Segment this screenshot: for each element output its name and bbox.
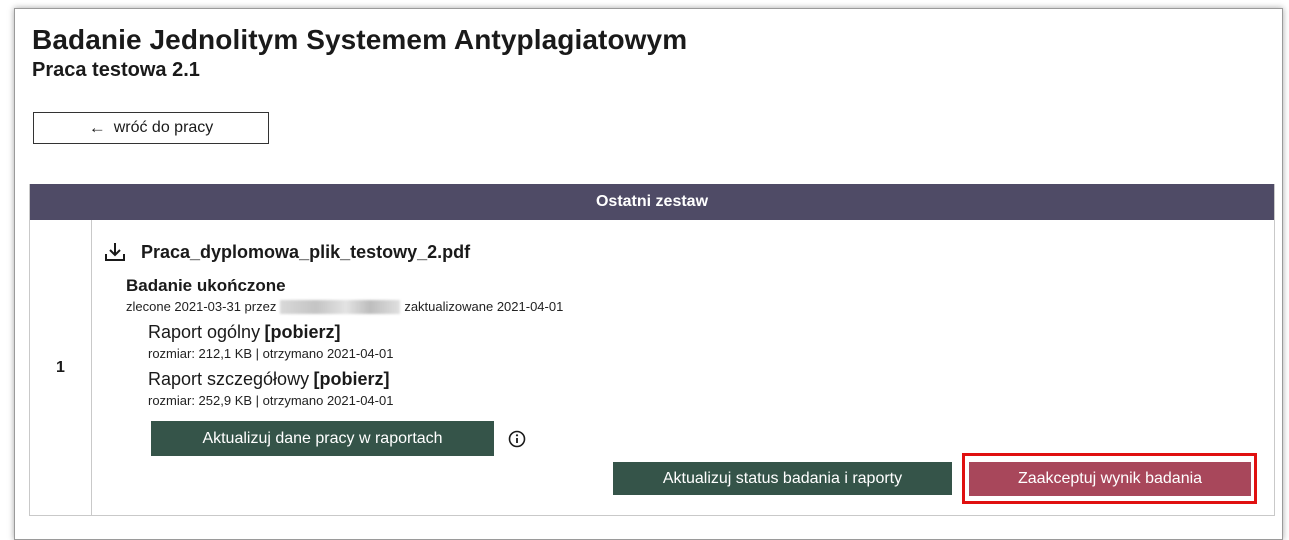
update-status-button[interactable]: Aktualizuj status badania i raporty: [613, 462, 952, 495]
page-title: Badanie Jednolitym Systemem Antyplagiato…: [32, 24, 688, 55]
study-meta: zlecone 2021-03-31 przez zaktualizowane …: [126, 299, 563, 314]
back-to-work-button[interactable]: ← wróć do pracy: [33, 112, 269, 144]
ordered-info: zlecone 2021-03-31 przez: [126, 299, 277, 314]
arrow-left-icon: ←: [88, 118, 106, 137]
report-general-label: Raport ogólny: [148, 322, 261, 342]
page-subtitle: Praca testowa 2.1: [32, 59, 200, 81]
row-number: 1: [30, 220, 92, 516]
accept-result-button[interactable]: Zaakceptuj wynik badania: [969, 462, 1251, 496]
back-button-label: wróć do pracy: [113, 119, 214, 136]
report-detailed-meta: rozmiar: 252,9 KB | otrzymano 2021-04-01: [148, 393, 394, 408]
file-row: Praca_dyplomowa_plik_testowy_2.pdf: [103, 241, 470, 263]
report-detailed: Raport szczegółowy [pobierz]: [148, 369, 390, 390]
study-status: Badanie ukończone: [126, 276, 286, 295]
update-work-data-button[interactable]: Aktualizuj dane pracy w raportach: [151, 421, 494, 456]
table-header: Ostatni zestaw: [30, 184, 1274, 220]
report-detailed-download-link[interactable]: [pobierz]: [314, 369, 390, 389]
updated-info: zaktualizowane 2021-04-01: [404, 299, 564, 314]
report-detailed-label: Raport szczegółowy: [148, 369, 310, 389]
report-general: Raport ogólny [pobierz]: [148, 322, 341, 343]
file-name-link[interactable]: Praca_dyplomowa_plik_testowy_2.pdf: [141, 242, 470, 263]
info-icon[interactable]: [508, 430, 526, 448]
report-general-meta: rozmiar: 212,1 KB | otrzymano 2021-04-01: [148, 346, 394, 361]
report-general-download-link[interactable]: [pobierz]: [265, 322, 341, 342]
download-icon[interactable]: [103, 241, 127, 263]
redacted-user: [280, 299, 401, 314]
